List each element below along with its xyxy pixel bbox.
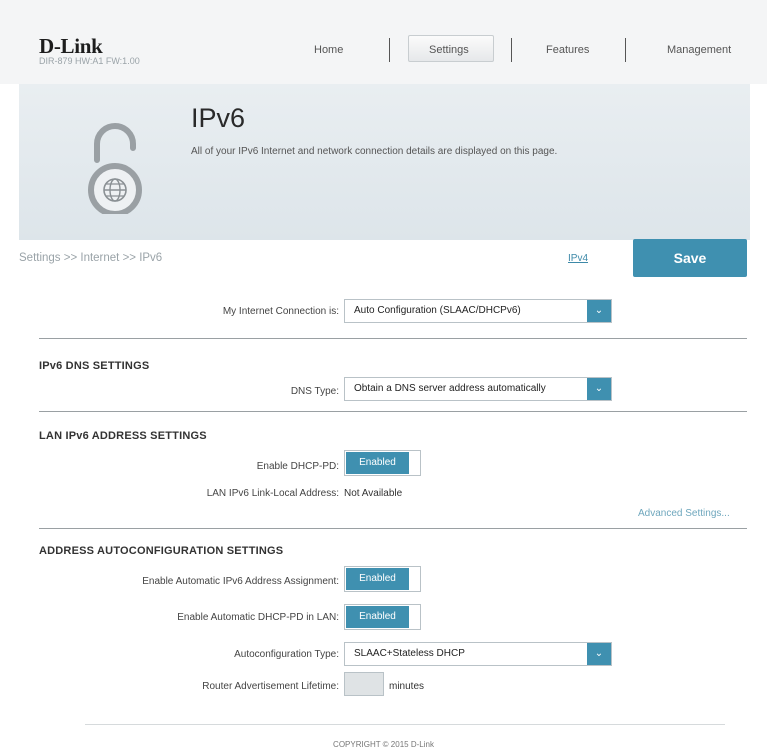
auto-pd-label: Enable Automatic DHCP-PD in LAN:: [177, 612, 339, 623]
auto-assign-label: Enable Automatic IPv6 Address Assignment…: [142, 576, 339, 587]
connection-type-value: Auto Configuration (SLAAC/DHCPv6): [354, 305, 521, 316]
auto-pd-toggle-state: Enabled: [346, 606, 409, 628]
chevron-down-icon: ⌄: [587, 378, 611, 400]
page-banner: [19, 84, 750, 240]
dns-type-value: Obtain a DNS server address automaticall…: [354, 383, 546, 394]
chevron-down-icon: ⌄: [587, 643, 611, 665]
page-description: All of your IPv6 Internet and network co…: [191, 146, 558, 157]
section-divider: [39, 338, 747, 339]
dhcp-pd-toggle-state: Enabled: [346, 452, 409, 474]
nav-features[interactable]: Features: [546, 44, 589, 56]
dhcp-pd-toggle[interactable]: Enabled: [344, 450, 421, 476]
dns-type-label: DNS Type:: [290, 386, 339, 397]
ra-lifetime-input[interactable]: [344, 672, 384, 696]
model-info: DIR-879 HW:A1 FW:1.00: [39, 56, 140, 66]
connection-type-label: My Internet Connection is:: [222, 306, 339, 317]
autoconf-type-value: SLAAC+Stateless DHCP: [354, 648, 465, 659]
nav-separator: [625, 38, 626, 62]
autoconf-section-title: ADDRESS AUTOCONFIGURATION SETTINGS: [39, 545, 284, 557]
link-local-value: Not Available: [344, 488, 403, 499]
autoconf-type-label: Autoconfiguration Type:: [234, 649, 339, 660]
lock-globe-icon: [79, 114, 151, 217]
dhcp-pd-label: Enable DHCP-PD:: [256, 461, 339, 472]
link-local-label: LAN IPv6 Link-Local Address:: [206, 488, 339, 499]
ra-lifetime-label: Router Advertisement Lifetime:: [202, 681, 339, 692]
autoconf-type-select[interactable]: SLAAC+Stateless DHCP ⌄: [344, 642, 612, 666]
top-header: D-Link DIR-879 HW:A1 FW:1.00 Home Settin…: [0, 0, 767, 84]
breadcrumb: Settings >> Internet >> IPv6: [19, 252, 163, 264]
chevron-down-icon: ⌄: [587, 300, 611, 322]
dns-type-select[interactable]: Obtain a DNS server address automaticall…: [344, 377, 612, 401]
nav-settings[interactable]: Settings: [429, 44, 469, 56]
lan-section-title: LAN IPv6 ADDRESS SETTINGS: [39, 430, 207, 442]
section-divider: [39, 411, 747, 412]
copyright: COPYRIGHT © 2015 D-Link: [333, 740, 434, 749]
nav-separator: [511, 38, 512, 62]
nav-management[interactable]: Management: [667, 44, 731, 56]
advanced-settings-link[interactable]: Advanced Settings...: [638, 508, 730, 519]
ra-lifetime-unit: minutes: [389, 681, 425, 692]
nav-separator: [389, 38, 390, 62]
ipv4-link[interactable]: IPv4: [568, 253, 588, 264]
auto-pd-toggle[interactable]: Enabled: [344, 604, 421, 630]
footer-divider: [85, 724, 725, 725]
auto-assign-toggle[interactable]: Enabled: [344, 566, 421, 592]
section-divider: [39, 528, 747, 529]
auto-assign-toggle-state: Enabled: [346, 568, 409, 590]
connection-type-select[interactable]: Auto Configuration (SLAAC/DHCPv6) ⌄: [344, 299, 612, 323]
save-button[interactable]: Save: [633, 239, 747, 277]
dns-section-title: IPv6 DNS SETTINGS: [39, 360, 150, 372]
nav-home[interactable]: Home: [314, 44, 343, 56]
page-title: IPv6: [191, 103, 246, 133]
